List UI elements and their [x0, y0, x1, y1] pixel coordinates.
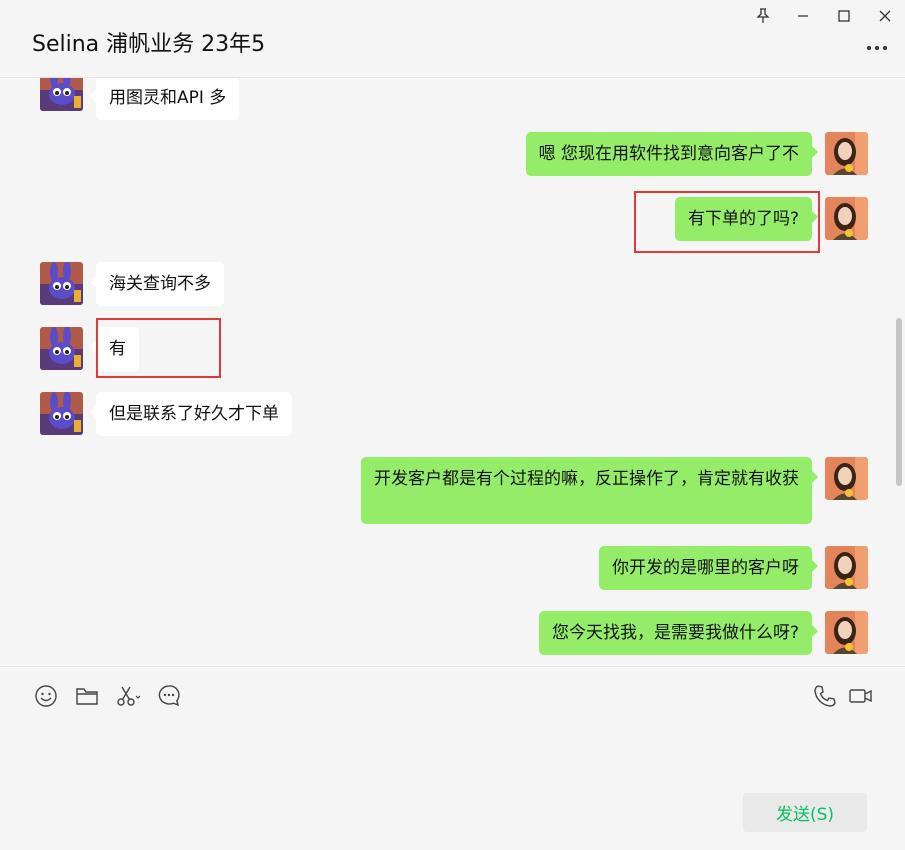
- message-list[interactable]: 用图灵和API 多 嗯 您现在用软件找到意向客户了不 有下单的了吗? 海关查询不…: [0, 78, 905, 666]
- sent-message[interactable]: 嗯 您现在用软件找到意向客户了不: [525, 132, 819, 176]
- scissors-icon[interactable]: [115, 683, 141, 709]
- maximize-icon[interactable]: [832, 4, 856, 28]
- message-input[interactable]: [0, 720, 905, 790]
- user-avatar[interactable]: [825, 546, 868, 589]
- sent-message[interactable]: 你开发的是哪里的客户呀: [599, 546, 818, 590]
- contact-avatar[interactable]: [40, 78, 83, 111]
- chat-window: Selina 浦帆业务 23年5 用图灵和API 多 嗯 您现在用软件找到意向客…: [0, 0, 905, 850]
- sent-message[interactable]: 您今天找我，是需要我做什么呀?: [538, 611, 819, 655]
- chat-history-icon[interactable]: [156, 683, 182, 709]
- user-avatar[interactable]: [825, 611, 868, 654]
- phone-icon[interactable]: [812, 683, 838, 709]
- video-icon[interactable]: [848, 683, 874, 709]
- pin-icon[interactable]: [751, 4, 775, 28]
- contact-avatar[interactable]: [40, 392, 83, 435]
- received-message[interactable]: 海关查询不多: [90, 262, 224, 306]
- chat-header: Selina 浦帆业务 23年5: [0, 0, 905, 78]
- chat-scrollbar[interactable]: [896, 318, 902, 486]
- highlight-box: [634, 191, 820, 253]
- contact-avatar[interactable]: [40, 262, 83, 305]
- highlight-box: [96, 318, 221, 378]
- received-message[interactable]: 但是联系了好久才下单: [90, 392, 292, 436]
- emoji-icon[interactable]: [33, 683, 59, 709]
- composer-divider: [0, 666, 905, 667]
- user-avatar[interactable]: [825, 132, 868, 175]
- sent-message[interactable]: 开发客户都是有个过程的嘛，反正操作了，肯定就有收获: [361, 457, 818, 524]
- chat-title: Selina 浦帆业务 23年5: [32, 32, 266, 57]
- send-button[interactable]: 发送(S): [743, 793, 867, 832]
- user-avatar[interactable]: [825, 197, 868, 240]
- folder-icon[interactable]: [74, 683, 100, 709]
- received-message[interactable]: 用图灵和API 多: [89, 78, 240, 120]
- contact-avatar[interactable]: [40, 327, 83, 370]
- user-avatar[interactable]: [825, 457, 868, 500]
- minimize-icon[interactable]: [791, 4, 815, 28]
- close-icon[interactable]: [873, 4, 897, 28]
- more-icon[interactable]: [867, 38, 891, 58]
